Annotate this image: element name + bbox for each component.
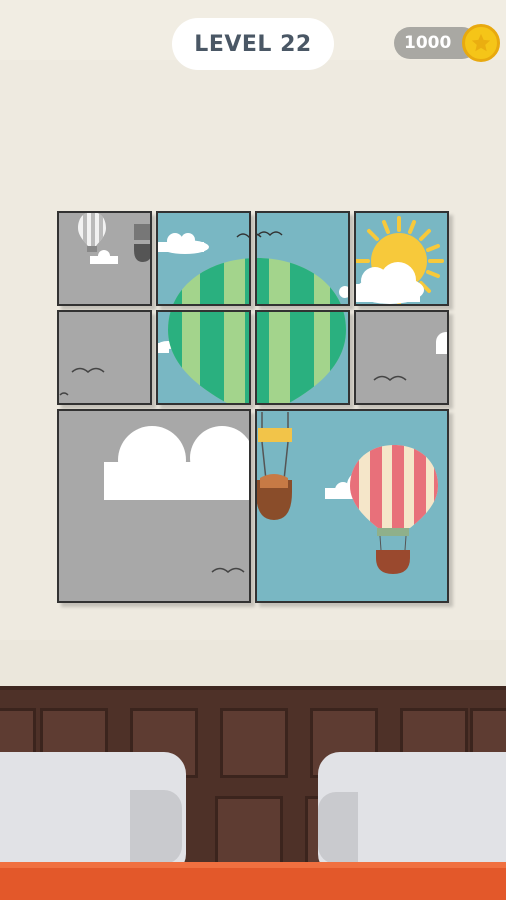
wall-shade-bottom [0, 640, 506, 688]
headboard-trim [0, 686, 506, 690]
pillow-right-shade [318, 792, 358, 864]
level-indicator: LEVEL 22 [172, 18, 334, 70]
pillow-left-shade [130, 790, 182, 864]
level-label: LEVEL 22 [194, 31, 312, 57]
coin-count: 1000 [404, 33, 452, 53]
bed-frame-top [0, 862, 506, 868]
star-coin-icon [462, 24, 500, 62]
